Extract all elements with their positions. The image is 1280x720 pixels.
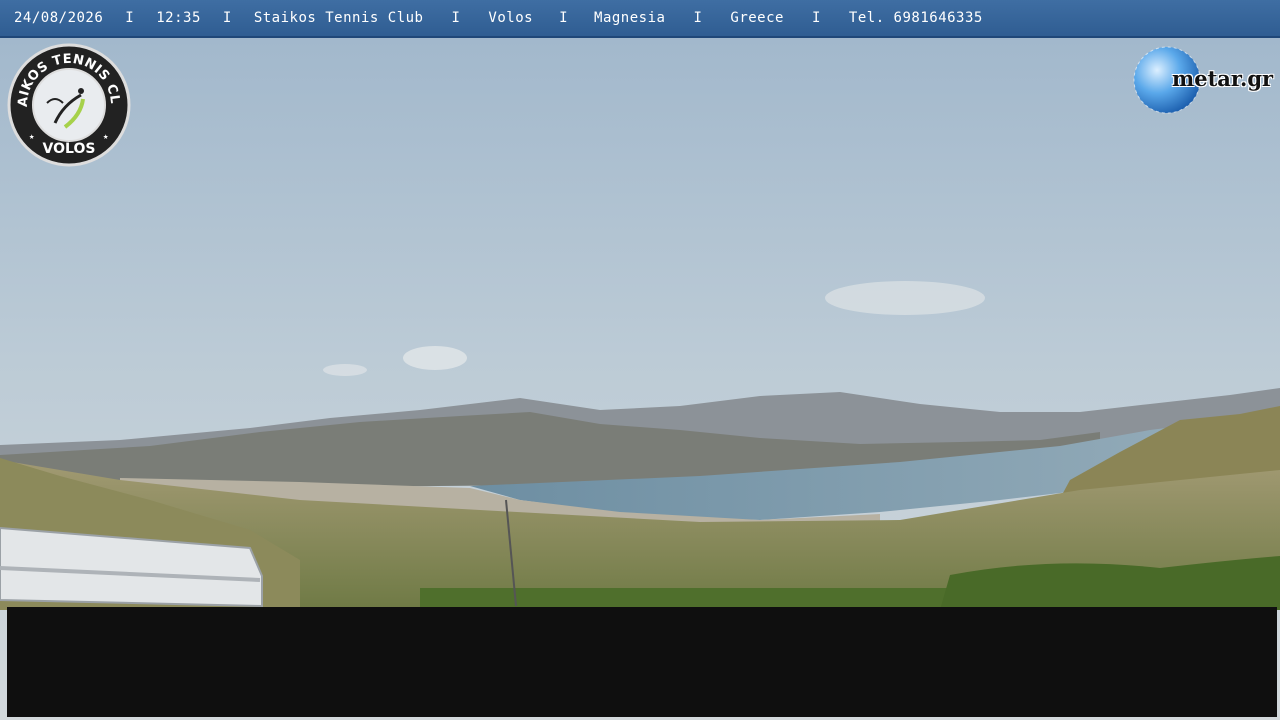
- date-text: 24/08/2026: [14, 10, 104, 26]
- region-text: Magnesia: [594, 10, 666, 26]
- cloud: [825, 281, 985, 315]
- webcam-info-bar: 24/08/2026 I 12:35 I Staikos Tennis Club…: [0, 0, 1280, 38]
- svg-text:★: ★: [29, 132, 35, 142]
- black-panel: [7, 607, 1277, 717]
- cloud: [403, 346, 467, 370]
- cloud: [323, 364, 367, 376]
- separator: I: [559, 10, 569, 26]
- separator: I: [222, 10, 232, 26]
- club-logo: STAIKOS TENNIS CLUB VOLOS ★ ★: [7, 43, 131, 167]
- time-text: 12:35: [156, 10, 201, 26]
- separator: I: [451, 10, 461, 26]
- metar-watermark-text: metar.gr: [1172, 66, 1274, 91]
- separator: I: [811, 10, 821, 26]
- city-text: Volos: [488, 10, 534, 26]
- svg-text:★: ★: [103, 132, 109, 142]
- country-text: Greece: [730, 10, 784, 26]
- svg-text:VOLOS: VOLOS: [43, 141, 96, 157]
- separator: I: [125, 10, 135, 26]
- club-name-text: Staikos Tennis Club: [253, 10, 424, 26]
- separator: I: [693, 10, 703, 26]
- phone-text: Tel. 6981646335: [848, 10, 983, 26]
